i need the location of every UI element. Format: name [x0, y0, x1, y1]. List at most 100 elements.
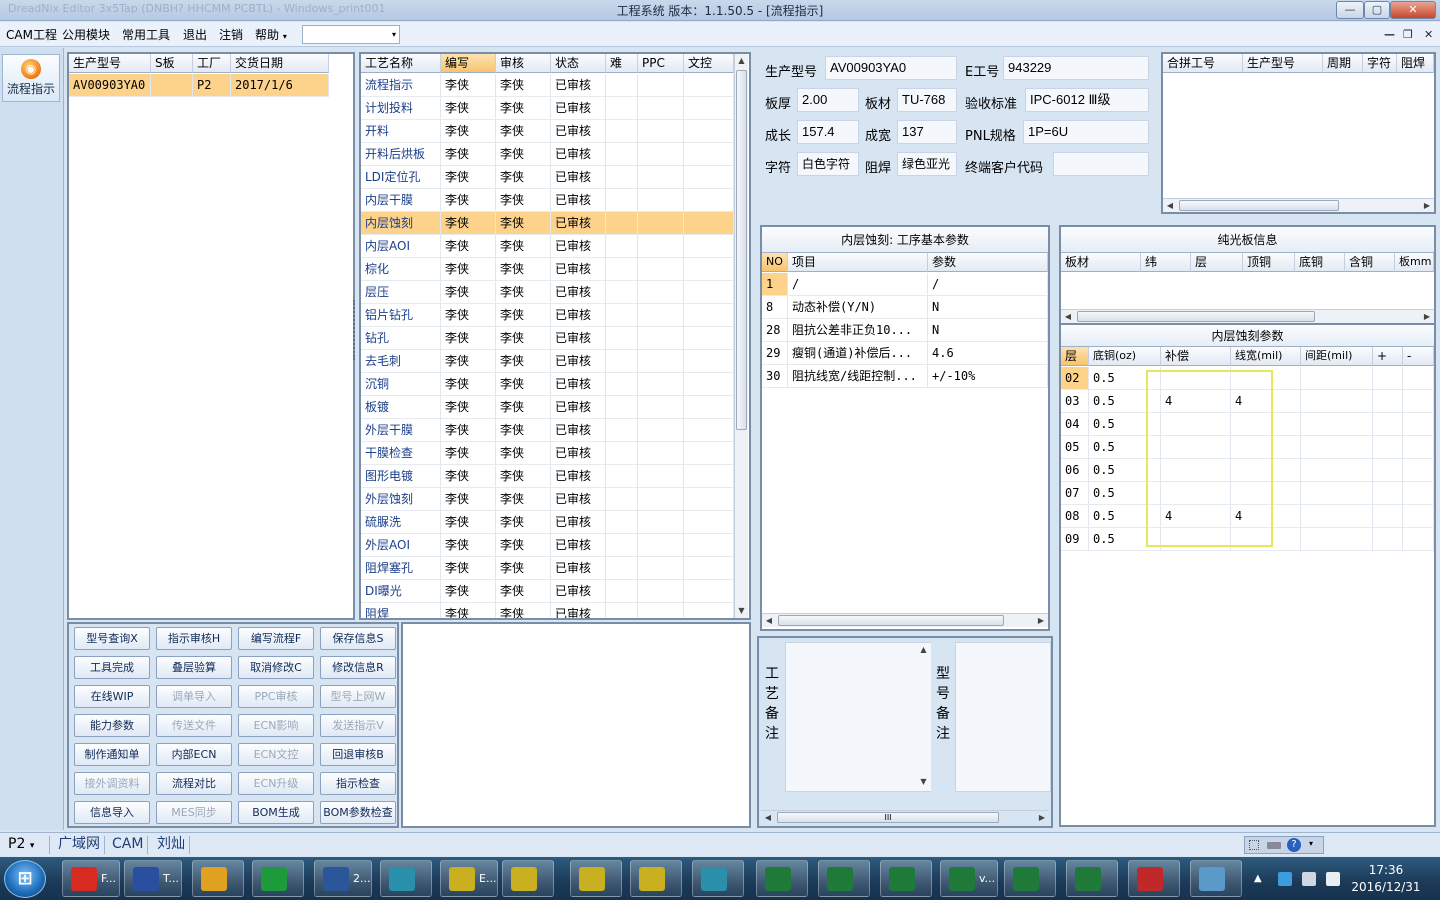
- proc-cell-name[interactable]: 硫脲洗: [361, 511, 441, 534]
- proc-cell-name[interactable]: 板镀: [361, 396, 441, 419]
- proc-cell-doc[interactable]: [684, 235, 734, 258]
- etch-cell-layer[interactable]: 07: [1061, 482, 1089, 505]
- proc-cell-name[interactable]: 开料: [361, 120, 441, 143]
- etch-cell-minus[interactable]: [1403, 505, 1434, 528]
- proc-cell-name[interactable]: 开料后烘板: [361, 143, 441, 166]
- chevron-down-icon[interactable]: ▾: [1309, 839, 1313, 848]
- proc-cell-doc[interactable]: [684, 373, 734, 396]
- solder-mask-field[interactable]: 绿色亚光: [897, 152, 957, 176]
- pure-header-copper[interactable]: 含铜: [1345, 253, 1395, 272]
- merge-header-job[interactable]: 合拼工号: [1163, 54, 1243, 73]
- params-cell-item[interactable]: 阻抗线宽/线距控制...: [788, 365, 928, 388]
- proc-cell-reviewer[interactable]: 李侠: [496, 97, 551, 120]
- proc-cell-difficulty[interactable]: [606, 419, 638, 442]
- params-cell-value[interactable]: 4.6: [928, 342, 1048, 365]
- proc-cell-name[interactable]: DI曝光: [361, 580, 441, 603]
- proc-cell-doc[interactable]: [684, 419, 734, 442]
- merge-header-model[interactable]: 生产型号: [1243, 54, 1323, 73]
- clock[interactable]: 17:36 2016/12/31: [1346, 862, 1426, 896]
- proc-cell-ppc[interactable]: [638, 212, 684, 235]
- etch-header-layer[interactable]: 层: [1061, 347, 1089, 366]
- params-cell-value[interactable]: N: [928, 319, 1048, 342]
- proc-cell-difficulty[interactable]: [606, 212, 638, 235]
- proc-cell-writer[interactable]: 李侠: [441, 603, 496, 618]
- etch-cell-plus[interactable]: [1373, 505, 1403, 528]
- scroll-thumb[interactable]: [1179, 200, 1339, 211]
- menu-cam[interactable]: CAM工程: [6, 26, 57, 43]
- taskbar-item[interactable]: v...: [940, 860, 998, 897]
- proc-cell-doc[interactable]: [684, 120, 734, 143]
- function-button[interactable]: 传送文件: [156, 714, 232, 737]
- params-cell-value[interactable]: /: [928, 273, 1048, 296]
- params-cell-value[interactable]: N: [928, 296, 1048, 319]
- tray-arrow-icon[interactable]: ▲: [1254, 873, 1262, 884]
- menu-logout[interactable]: 注销: [219, 26, 243, 43]
- proc-cell-status[interactable]: 已审核: [551, 143, 606, 166]
- params-cell-value[interactable]: +/-10%: [928, 365, 1048, 388]
- factory-selector[interactable]: P2 ▾: [4, 836, 50, 854]
- proc-cell-status[interactable]: 已审核: [551, 235, 606, 258]
- proc-cell-ppc[interactable]: [638, 580, 684, 603]
- proc-cell-status[interactable]: 已审核: [551, 120, 606, 143]
- etch-cell-minus[interactable]: [1403, 367, 1434, 390]
- function-button[interactable]: 内部ECN: [156, 743, 232, 766]
- proc-cell-status[interactable]: 已审核: [551, 258, 606, 281]
- proc-cell-difficulty[interactable]: [606, 189, 638, 212]
- proc-cell-doc[interactable]: [684, 143, 734, 166]
- proc-header-ppc[interactable]: PPC: [638, 54, 684, 73]
- scroll-right-icon[interactable]: ▶: [1035, 811, 1049, 824]
- proc-cell-reviewer[interactable]: 李侠: [496, 166, 551, 189]
- monitor-icon[interactable]: [1326, 872, 1340, 886]
- process-vscroll[interactable]: ▲ ▼: [734, 54, 748, 618]
- menu-common-modules[interactable]: 公用模块: [62, 26, 110, 43]
- remark-vscroll[interactable]: ▲ ▼: [917, 643, 931, 791]
- proc-cell-difficulty[interactable]: [606, 511, 638, 534]
- scroll-right-icon[interactable]: ▶: [1420, 310, 1434, 323]
- proc-cell-status[interactable]: 已审核: [551, 327, 606, 350]
- proc-cell-status[interactable]: 已审核: [551, 580, 606, 603]
- function-button[interactable]: BOM生成: [238, 801, 314, 824]
- proc-cell-status[interactable]: 已审核: [551, 557, 606, 580]
- proc-header-name[interactable]: 工艺名称: [361, 54, 441, 73]
- etch-cell-spacing[interactable]: [1301, 413, 1373, 436]
- proc-cell-difficulty[interactable]: [606, 74, 638, 97]
- taskbar-item[interactable]: [1066, 860, 1118, 897]
- proc-cell-ppc[interactable]: [638, 304, 684, 327]
- proc-cell-difficulty[interactable]: [606, 465, 638, 488]
- etch-header-compensation[interactable]: 补偿: [1161, 347, 1231, 366]
- function-button[interactable]: 制作通知单: [74, 743, 150, 766]
- proc-cell-ppc[interactable]: [638, 97, 684, 120]
- params-cell-no[interactable]: 8: [762, 296, 788, 319]
- function-button[interactable]: 叠层验算: [156, 656, 232, 679]
- etch-cell-spacing[interactable]: [1301, 505, 1373, 528]
- eno-field[interactable]: 943229: [1003, 56, 1149, 80]
- etch-cell-layer[interactable]: 09: [1061, 528, 1089, 551]
- proc-cell-name[interactable]: 阻焊塞孔: [361, 557, 441, 580]
- taskbar-item[interactable]: [1190, 860, 1242, 897]
- proc-cell-name[interactable]: 外层干膜: [361, 419, 441, 442]
- function-button[interactable]: 型号上网W: [320, 685, 396, 708]
- keyboard-icon[interactable]: [1267, 842, 1281, 849]
- proc-cell-name[interactable]: 内层AOI: [361, 235, 441, 258]
- function-button[interactable]: 能力参数: [74, 714, 150, 737]
- taskbar-item[interactable]: [192, 860, 244, 897]
- proc-cell-name[interactable]: LDI定位孔: [361, 166, 441, 189]
- proc-cell-reviewer[interactable]: 李侠: [496, 304, 551, 327]
- etch-cell-minus[interactable]: [1403, 390, 1434, 413]
- proc-cell-writer[interactable]: 李侠: [441, 373, 496, 396]
- etch-cell-spacing[interactable]: [1301, 436, 1373, 459]
- scroll-down-icon[interactable]: ▼: [735, 604, 748, 618]
- proc-cell-ppc[interactable]: [638, 442, 684, 465]
- taskbar-item[interactable]: [692, 860, 744, 897]
- params-header-no[interactable]: NO: [762, 253, 788, 272]
- proc-cell-name[interactable]: 干膜检查: [361, 442, 441, 465]
- width-field[interactable]: 137: [897, 120, 957, 144]
- etch-cell-plus[interactable]: [1373, 482, 1403, 505]
- menu-exit[interactable]: 退出: [183, 26, 207, 43]
- help-icon[interactable]: ?: [1287, 838, 1301, 852]
- proc-cell-writer[interactable]: 李侠: [441, 419, 496, 442]
- proc-cell-reviewer[interactable]: 李侠: [496, 120, 551, 143]
- proc-cell-ppc[interactable]: [638, 235, 684, 258]
- etch-header-minus[interactable]: -: [1403, 347, 1434, 366]
- mdi-minimize-icon[interactable]: —: [1384, 28, 1395, 41]
